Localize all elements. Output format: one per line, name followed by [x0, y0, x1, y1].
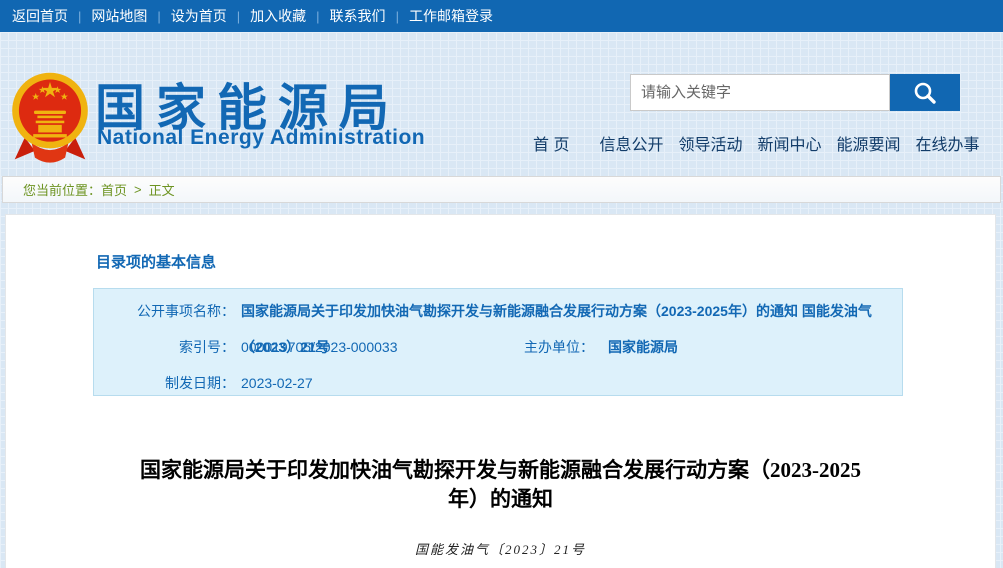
search-icon: [912, 80, 938, 106]
info-row-name: 公开事项名称： 国家能源局关于印发加快油气勘探开发与新能源融合发展行动方案（20…: [94, 293, 902, 329]
nav-item-energy-news[interactable]: 能源要闻: [837, 131, 901, 155]
site-header: 国家能源局 National Energy Administration 首 页…: [0, 32, 1003, 172]
breadcrumb-link-home[interactable]: 首页: [101, 180, 127, 199]
nav-item-info-disclosure[interactable]: 信息公开: [599, 131, 663, 155]
topbar-separator: |: [78, 9, 81, 24]
topbar-link-work-email-login[interactable]: 工作邮箱登录: [409, 6, 493, 26]
main-nav: 首 页 信息公开 领导活动 新闻中心 能源要闻 在线办事: [533, 131, 980, 155]
nav-item-home[interactable]: 首 页: [533, 131, 569, 155]
date-value: 2023-02-27: [241, 365, 313, 401]
info-row-index: 索引号： 000019705/2023-000033 主办单位： 国家能源局: [94, 329, 902, 365]
topbar-link-sitemap[interactable]: 网站地图: [91, 6, 147, 26]
topbar-separator: |: [237, 9, 240, 24]
topbar: 返回首页 | 网站地图 | 设为首页 | 加入收藏 | 联系我们 | 工作邮箱登…: [0, 0, 1003, 32]
doc-number: 国能发油气〔2023〕21号: [6, 539, 995, 558]
topbar-link-set-homepage[interactable]: 设为首页: [171, 6, 227, 26]
national-emblem-logo: [8, 70, 92, 173]
org-value: 国家能源局: [608, 329, 678, 365]
name-value: 国家能源局关于印发加快油气勘探开发与新能源融合发展行动方案（2023-2025年…: [241, 293, 902, 329]
breadcrumb-prefix: 您当前位置：: [23, 180, 101, 199]
date-label: 制发日期：: [94, 365, 235, 401]
nav-item-leadership[interactable]: 领导活动: [678, 131, 742, 155]
section-heading: 目录项的基本信息: [96, 251, 216, 272]
breadcrumb-separator: >: [134, 182, 142, 197]
topbar-link-return-home[interactable]: 返回首页: [12, 6, 68, 26]
topbar-link-add-favorite[interactable]: 加入收藏: [250, 6, 306, 26]
info-box: 公开事项名称： 国家能源局关于印发加快油气勘探开发与新能源融合发展行动方案（20…: [93, 288, 903, 396]
search-input[interactable]: [630, 74, 890, 111]
info-row-date: 制发日期： 2023-02-27: [94, 365, 902, 401]
search-button[interactable]: [890, 74, 960, 111]
breadcrumb-current: 正文: [149, 180, 175, 199]
nav-item-online-services[interactable]: 在线办事: [916, 131, 980, 155]
article-title: 国家能源局关于印发加快油气勘探开发与新能源融合发展行动方案（2023-2025年…: [130, 456, 872, 514]
content-panel: 目录项的基本信息 公开事项名称： 国家能源局关于印发加快油气勘探开发与新能源融合…: [5, 214, 996, 568]
breadcrumb: 您当前位置： 首页 > 正文: [2, 176, 1001, 203]
index-value: 000019705/2023-000033: [241, 329, 398, 365]
article-title-wrap: 国家能源局关于印发加快油气勘探开发与新能源融合发展行动方案（2023-2025年…: [6, 456, 995, 514]
index-label: 索引号：: [94, 329, 235, 365]
topbar-separator: |: [396, 9, 399, 24]
topbar-link-contact-us[interactable]: 联系我们: [330, 6, 386, 26]
topbar-separator: |: [157, 9, 160, 24]
name-label: 公开事项名称：: [94, 293, 235, 329]
site-title-en: National Energy Administration: [97, 126, 425, 150]
nav-item-news-center[interactable]: 新闻中心: [757, 131, 821, 155]
org-label: 主办单位：: [512, 329, 594, 365]
topbar-separator: |: [316, 9, 319, 24]
